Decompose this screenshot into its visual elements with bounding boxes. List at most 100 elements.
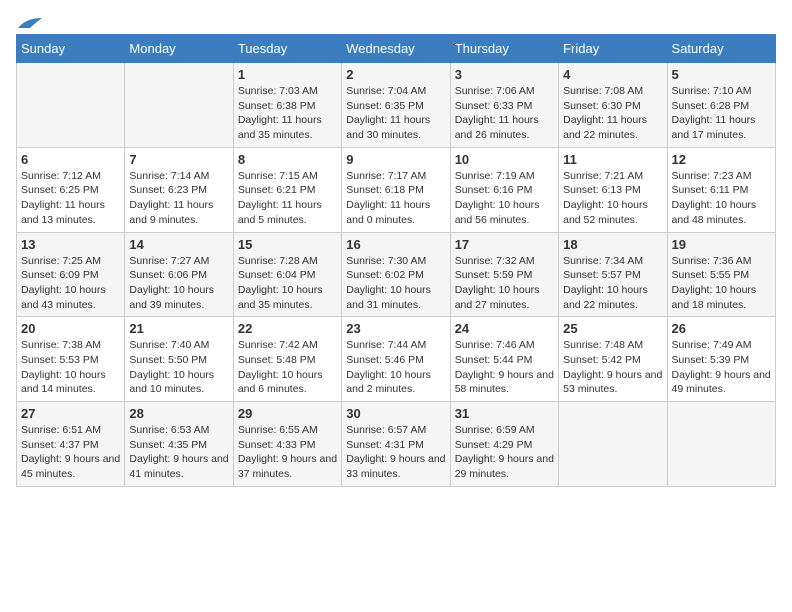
day-header-wednesday: Wednesday <box>342 35 450 63</box>
calendar-cell: 21 Sunrise: 7:40 AM Sunset: 5:50 PM Dayli… <box>125 317 233 402</box>
day-detail: Sunrise: 7:32 AM Sunset: 5:59 PM Dayligh… <box>455 254 554 313</box>
calendar-cell: 15 Sunrise: 7:28 AM Sunset: 6:04 PM Dayli… <box>233 232 341 317</box>
calendar-cell: 6Sunrise: 7:12 AM Sunset: 6:25 PM Daylig… <box>17 147 125 232</box>
day-detail: Sunrise: 7:21 AM Sunset: 6:13 PM Dayligh… <box>563 169 662 228</box>
calendar-cell <box>559 402 667 487</box>
day-number: 8 <box>238 152 337 167</box>
page-header <box>16 16 776 26</box>
calendar-week-row: 13 Sunrise: 7:25 AM Sunset: 6:09 PM Dayli… <box>17 232 776 317</box>
calendar-cell: 28Sunrise: 6:53 AM Sunset: 4:35 PM Dayli… <box>125 402 233 487</box>
day-number: 20 <box>21 321 120 336</box>
calendar-cell: 3Sunrise: 7:06 AM Sunset: 6:33 PM Daylig… <box>450 63 558 148</box>
logo <box>16 16 44 26</box>
day-number: 13 <box>21 237 120 252</box>
calendar-cell: 18 Sunrise: 7:34 AM Sunset: 5:57 PM Dayli… <box>559 232 667 317</box>
day-number: 28 <box>129 406 228 421</box>
day-number: 11 <box>563 152 662 167</box>
day-detail: Sunrise: 7:27 AM Sunset: 6:06 PM Dayligh… <box>129 254 228 313</box>
calendar-cell: 19Sunrise: 7:36 AM Sunset: 5:55 PM Dayli… <box>667 232 775 317</box>
day-header-friday: Friday <box>559 35 667 63</box>
day-detail: Sunrise: 7:48 AM Sunset: 5:42 PM Dayligh… <box>563 338 662 397</box>
calendar-cell: 12 Sunrise: 7:23 AM Sunset: 6:11 PM Dayli… <box>667 147 775 232</box>
calendar-cell: 14 Sunrise: 7:27 AM Sunset: 6:06 PM Dayli… <box>125 232 233 317</box>
day-detail: Sunrise: 7:25 AM Sunset: 6:09 PM Dayligh… <box>21 254 120 313</box>
day-number: 22 <box>238 321 337 336</box>
calendar-header-row: SundayMondayTuesdayWednesdayThursdayFrid… <box>17 35 776 63</box>
day-number: 21 <box>129 321 228 336</box>
day-number: 17 <box>455 237 554 252</box>
day-number: 10 <box>455 152 554 167</box>
day-number: 18 <box>563 237 662 252</box>
day-number: 29 <box>238 406 337 421</box>
calendar-week-row: 20 Sunrise: 7:38 AM Sunset: 5:53 PM Dayli… <box>17 317 776 402</box>
day-detail: Sunrise: 7:10 AM Sunset: 6:28 PM Dayligh… <box>672 84 771 143</box>
calendar-cell: 7 Sunrise: 7:14 AM Sunset: 6:23 PM Daylig… <box>125 147 233 232</box>
day-number: 9 <box>346 152 445 167</box>
calendar-body: 1 Sunrise: 7:03 AM Sunset: 6:38 PM Daylig… <box>17 63 776 487</box>
calendar-cell <box>17 63 125 148</box>
day-header-tuesday: Tuesday <box>233 35 341 63</box>
day-number: 2 <box>346 67 445 82</box>
day-number: 30 <box>346 406 445 421</box>
day-header-saturday: Saturday <box>667 35 775 63</box>
day-detail: Sunrise: 7:14 AM Sunset: 6:23 PM Dayligh… <box>129 169 228 228</box>
calendar-cell: 11 Sunrise: 7:21 AM Sunset: 6:13 PM Dayli… <box>559 147 667 232</box>
day-detail: Sunrise: 7:44 AM Sunset: 5:46 PM Dayligh… <box>346 338 445 397</box>
calendar-week-row: 1 Sunrise: 7:03 AM Sunset: 6:38 PM Daylig… <box>17 63 776 148</box>
calendar-week-row: 6Sunrise: 7:12 AM Sunset: 6:25 PM Daylig… <box>17 147 776 232</box>
calendar-cell: 27Sunrise: 6:51 AM Sunset: 4:37 PM Dayli… <box>17 402 125 487</box>
day-detail: Sunrise: 6:55 AM Sunset: 4:33 PM Dayligh… <box>238 423 337 482</box>
calendar-cell: 22 Sunrise: 7:42 AM Sunset: 5:48 PM Dayli… <box>233 317 341 402</box>
calendar-table: SundayMondayTuesdayWednesdayThursdayFrid… <box>16 34 776 487</box>
day-detail: Sunrise: 7:42 AM Sunset: 5:48 PM Dayligh… <box>238 338 337 397</box>
day-number: 12 <box>672 152 771 167</box>
calendar-cell <box>125 63 233 148</box>
calendar-cell: 2 Sunrise: 7:04 AM Sunset: 6:35 PM Daylig… <box>342 63 450 148</box>
day-detail: Sunrise: 6:57 AM Sunset: 4:31 PM Dayligh… <box>346 423 445 482</box>
calendar-cell: 5Sunrise: 7:10 AM Sunset: 6:28 PM Daylig… <box>667 63 775 148</box>
day-detail: Sunrise: 7:12 AM Sunset: 6:25 PM Dayligh… <box>21 169 120 228</box>
calendar-cell: 1 Sunrise: 7:03 AM Sunset: 6:38 PM Daylig… <box>233 63 341 148</box>
calendar-cell: 20 Sunrise: 7:38 AM Sunset: 5:53 PM Dayli… <box>17 317 125 402</box>
day-detail: Sunrise: 6:59 AM Sunset: 4:29 PM Dayligh… <box>455 423 554 482</box>
day-detail: Sunrise: 7:19 AM Sunset: 6:16 PM Dayligh… <box>455 169 554 228</box>
day-detail: Sunrise: 7:38 AM Sunset: 5:53 PM Dayligh… <box>21 338 120 397</box>
calendar-cell: 8 Sunrise: 7:15 AM Sunset: 6:21 PM Daylig… <box>233 147 341 232</box>
calendar-cell: 4Sunrise: 7:08 AM Sunset: 6:30 PM Daylig… <box>559 63 667 148</box>
day-number: 1 <box>238 67 337 82</box>
day-number: 23 <box>346 321 445 336</box>
day-number: 15 <box>238 237 337 252</box>
day-detail: Sunrise: 7:04 AM Sunset: 6:35 PM Dayligh… <box>346 84 445 143</box>
calendar-cell: 29 Sunrise: 6:55 AM Sunset: 4:33 PM Dayli… <box>233 402 341 487</box>
day-detail: Sunrise: 7:03 AM Sunset: 6:38 PM Dayligh… <box>238 84 337 143</box>
calendar-cell: 17 Sunrise: 7:32 AM Sunset: 5:59 PM Dayli… <box>450 232 558 317</box>
day-detail: Sunrise: 7:15 AM Sunset: 6:21 PM Dayligh… <box>238 169 337 228</box>
day-detail: Sunrise: 7:46 AM Sunset: 5:44 PM Dayligh… <box>455 338 554 397</box>
calendar-cell <box>667 402 775 487</box>
day-number: 26 <box>672 321 771 336</box>
day-detail: Sunrise: 7:40 AM Sunset: 5:50 PM Dayligh… <box>129 338 228 397</box>
day-number: 31 <box>455 406 554 421</box>
day-number: 16 <box>346 237 445 252</box>
logo-wing-icon <box>16 16 44 30</box>
day-detail: Sunrise: 7:28 AM Sunset: 6:04 PM Dayligh… <box>238 254 337 313</box>
calendar-cell: 10 Sunrise: 7:19 AM Sunset: 6:16 PM Dayli… <box>450 147 558 232</box>
calendar-week-row: 27Sunrise: 6:51 AM Sunset: 4:37 PM Dayli… <box>17 402 776 487</box>
day-number: 14 <box>129 237 228 252</box>
calendar-cell: 23 Sunrise: 7:44 AM Sunset: 5:46 PM Dayli… <box>342 317 450 402</box>
calendar-cell: 9 Sunrise: 7:17 AM Sunset: 6:18 PM Daylig… <box>342 147 450 232</box>
day-detail: Sunrise: 7:17 AM Sunset: 6:18 PM Dayligh… <box>346 169 445 228</box>
calendar-cell: 13 Sunrise: 7:25 AM Sunset: 6:09 PM Dayli… <box>17 232 125 317</box>
calendar-cell: 30 Sunrise: 6:57 AM Sunset: 4:31 PM Dayli… <box>342 402 450 487</box>
calendar-cell: 31 Sunrise: 6:59 AM Sunset: 4:29 PM Dayli… <box>450 402 558 487</box>
day-number: 4 <box>563 67 662 82</box>
day-detail: Sunrise: 7:30 AM Sunset: 6:02 PM Dayligh… <box>346 254 445 313</box>
day-detail: Sunrise: 6:51 AM Sunset: 4:37 PM Dayligh… <box>21 423 120 482</box>
day-header-thursday: Thursday <box>450 35 558 63</box>
day-header-monday: Monday <box>125 35 233 63</box>
day-header-sunday: Sunday <box>17 35 125 63</box>
day-number: 7 <box>129 152 228 167</box>
calendar-cell: 24Sunrise: 7:46 AM Sunset: 5:44 PM Dayli… <box>450 317 558 402</box>
day-detail: Sunrise: 7:23 AM Sunset: 6:11 PM Dayligh… <box>672 169 771 228</box>
day-detail: Sunrise: 7:34 AM Sunset: 5:57 PM Dayligh… <box>563 254 662 313</box>
